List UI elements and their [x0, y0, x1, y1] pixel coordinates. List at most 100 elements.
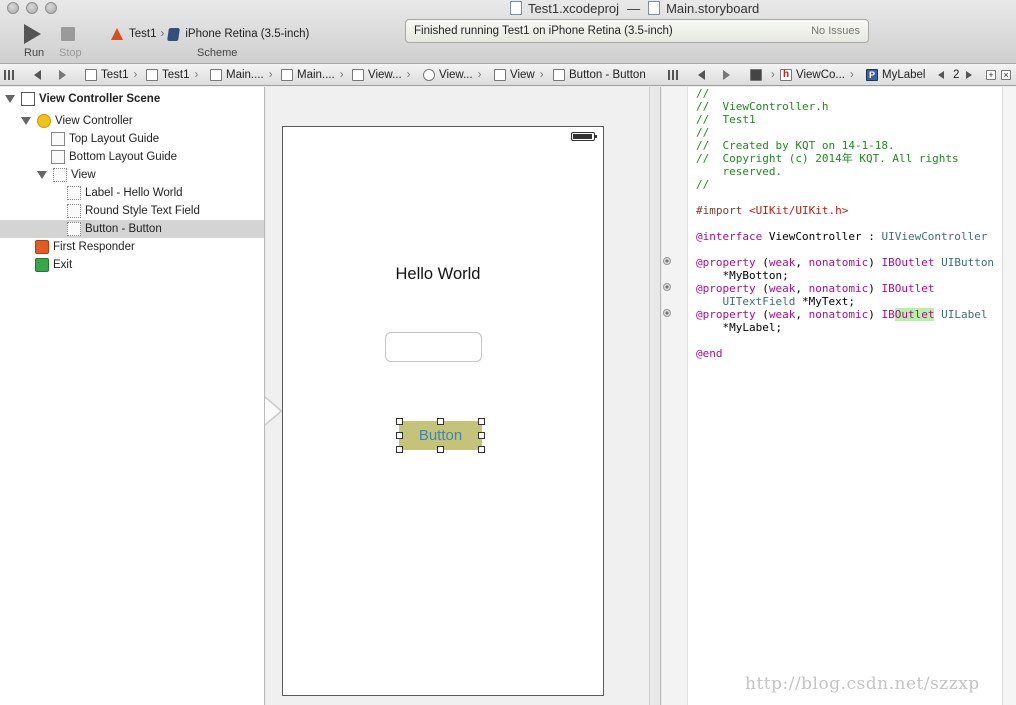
resize-handle[interactable] — [396, 418, 403, 425]
chevron-right-icon: › — [406, 69, 411, 81]
disclosure-triangle-icon[interactable] — [5, 95, 15, 103]
jump-item-folder[interactable]: Test1 › — [146, 67, 198, 83]
outlet-connection-icon[interactable] — [663, 257, 671, 265]
counterpart-prev-button[interactable] — [938, 67, 944, 83]
jump-item-property[interactable]: P MyLabel — [866, 67, 925, 83]
run-label: Run — [24, 47, 45, 59]
zoom-window-button[interactable] — [45, 2, 57, 14]
text-field-icon — [67, 204, 81, 218]
project-icon — [85, 69, 97, 81]
disclosure-triangle-icon[interactable] — [37, 171, 47, 179]
jump-item-view[interactable]: View › — [494, 67, 544, 83]
assistant-mode-button[interactable]: › — [750, 67, 775, 83]
jump-item-label: View... — [439, 69, 473, 81]
resize-handle[interactable] — [478, 418, 485, 425]
editor-scrollbar[interactable] — [1002, 87, 1016, 705]
button-icon — [67, 222, 81, 236]
code-comment: // ViewController.h — [696, 100, 829, 113]
hello-world-label[interactable]: Hello World — [283, 265, 593, 284]
code-comment: // — [696, 178, 710, 191]
code-property-var: *MyLabel; — [696, 321, 783, 334]
outlet-connection-icon[interactable] — [663, 283, 671, 291]
next-icon — [966, 71, 972, 79]
window-title: Test1.xcodeproj — Main.storyboard — [510, 0, 759, 16]
jump-item-button[interactable]: Button - Button — [553, 67, 646, 83]
outline-item-scene[interactable]: View Controller Scene — [0, 90, 264, 108]
assistant-back-button[interactable] — [698, 67, 705, 83]
grid-icon — [668, 70, 680, 80]
round-style-text-field[interactable] — [385, 332, 482, 362]
import-keyword: #import — [696, 204, 743, 217]
jump-item-label: Main.... — [226, 69, 264, 81]
jump-item-project[interactable]: Test1 › — [85, 67, 137, 83]
outline-item-exit[interactable]: Exit — [0, 256, 264, 274]
scheme-target[interactable]: Test1 — [129, 28, 157, 40]
outline-item-label: First Responder — [53, 241, 135, 253]
nonatomic-keyword: nonatomic — [808, 308, 869, 321]
resize-handle[interactable] — [437, 418, 444, 425]
storyboard-icon — [210, 69, 222, 81]
close-window-button[interactable] — [7, 2, 19, 14]
run-button[interactable]: Run — [18, 22, 52, 60]
stop-button[interactable]: Stop — [56, 22, 90, 60]
outlet-connection-icon[interactable] — [663, 309, 671, 317]
resize-handle[interactable] — [396, 446, 403, 453]
scheme-device[interactable]: iPhone Retina (3.5-inch) — [185, 28, 309, 40]
outline-item-label: Label - Hello World — [85, 187, 183, 199]
assistant-code-editor[interactable]: // // ViewController.h // Test1 // // Cr… — [662, 87, 1016, 705]
forward-button[interactable] — [59, 67, 66, 83]
code-comment: // Created by KQT on 14-1-18. — [696, 139, 895, 152]
canvas-scrollbar[interactable] — [649, 87, 661, 705]
resize-handle[interactable] — [478, 446, 485, 453]
view-controller-icon — [37, 114, 51, 128]
close-icon: × — [1001, 70, 1011, 80]
assistant-related-items-button[interactable] — [668, 67, 680, 83]
jump-item-scene[interactable]: View... › — [352, 67, 411, 83]
tuxedo-icon — [750, 69, 762, 81]
resize-handle[interactable] — [437, 446, 444, 453]
back-arrow-icon — [698, 70, 705, 80]
outline-item-first-responder[interactable]: First Responder — [0, 238, 264, 256]
iphone-scene[interactable]: Hello World Button — [282, 126, 604, 696]
issues-indicator[interactable]: No Issues — [811, 25, 860, 37]
close-assistant-button[interactable]: × — [1001, 67, 1015, 83]
outline-item-view[interactable]: View — [0, 166, 264, 184]
related-items-button[interactable] — [4, 67, 16, 83]
initial-scene-arrow-fill — [265, 398, 280, 424]
scheme-selector[interactable]: Test1 › iPhone Retina (3.5-inch) — [110, 25, 309, 43]
disclosure-triangle-icon[interactable] — [21, 117, 31, 125]
jump-item-label: Button - Button — [569, 69, 646, 81]
add-assistant-button[interactable]: + — [986, 67, 1000, 83]
resize-handle[interactable] — [396, 432, 403, 439]
outline-item-text-field[interactable]: Round Style Text Field — [0, 202, 264, 220]
assistant-forward-button[interactable] — [723, 67, 730, 83]
counter-value: 2 — [953, 69, 960, 81]
minimize-window-button[interactable] — [26, 2, 38, 14]
property-keyword: @property — [696, 308, 756, 321]
project-title: Test1.xcodeproj — [528, 0, 620, 16]
jump-item-view-controller[interactable]: View... › — [423, 67, 482, 83]
outline-item-view-controller[interactable]: View Controller — [0, 112, 264, 130]
chevron-right-icon: › — [771, 69, 775, 81]
chevron-right-icon: › — [160, 28, 165, 40]
chevron-right-icon: › — [268, 69, 273, 81]
resize-handle[interactable] — [478, 432, 485, 439]
back-button[interactable] — [34, 67, 41, 83]
jump-item-header-file[interactable]: h ViewCo... › — [780, 67, 854, 83]
jump-item-storyboard[interactable]: Main.... › — [210, 67, 273, 83]
outline-item-label: Bottom Layout Guide — [69, 151, 178, 163]
outline-item-bottom-layout-guide[interactable]: Bottom Layout Guide — [0, 148, 264, 166]
code-comment: // — [696, 87, 710, 100]
counterpart-next-button[interactable] — [966, 67, 972, 83]
jump-bar: Test1 › Test1 › Main.... › Main.... › View..… — [0, 64, 1016, 86]
watermark-text: http://blog.csdn.net/szzxp — [745, 674, 980, 694]
jump-item-label: View... — [368, 69, 402, 81]
play-icon — [24, 24, 41, 44]
jump-item-storyboard-base[interactable]: Main.... › — [281, 67, 344, 83]
property-type: UITextField — [722, 295, 796, 308]
forward-arrow-icon — [59, 70, 66, 80]
outline-item-button[interactable]: Button - Button — [0, 220, 264, 238]
outline-item-label-hello-world[interactable]: Label - Hello World — [0, 184, 264, 202]
code-property-line: @property (weak, nonatomic) IBOutlet UIB… — [696, 256, 995, 269]
outline-item-top-layout-guide[interactable]: Top Layout Guide — [0, 130, 264, 148]
